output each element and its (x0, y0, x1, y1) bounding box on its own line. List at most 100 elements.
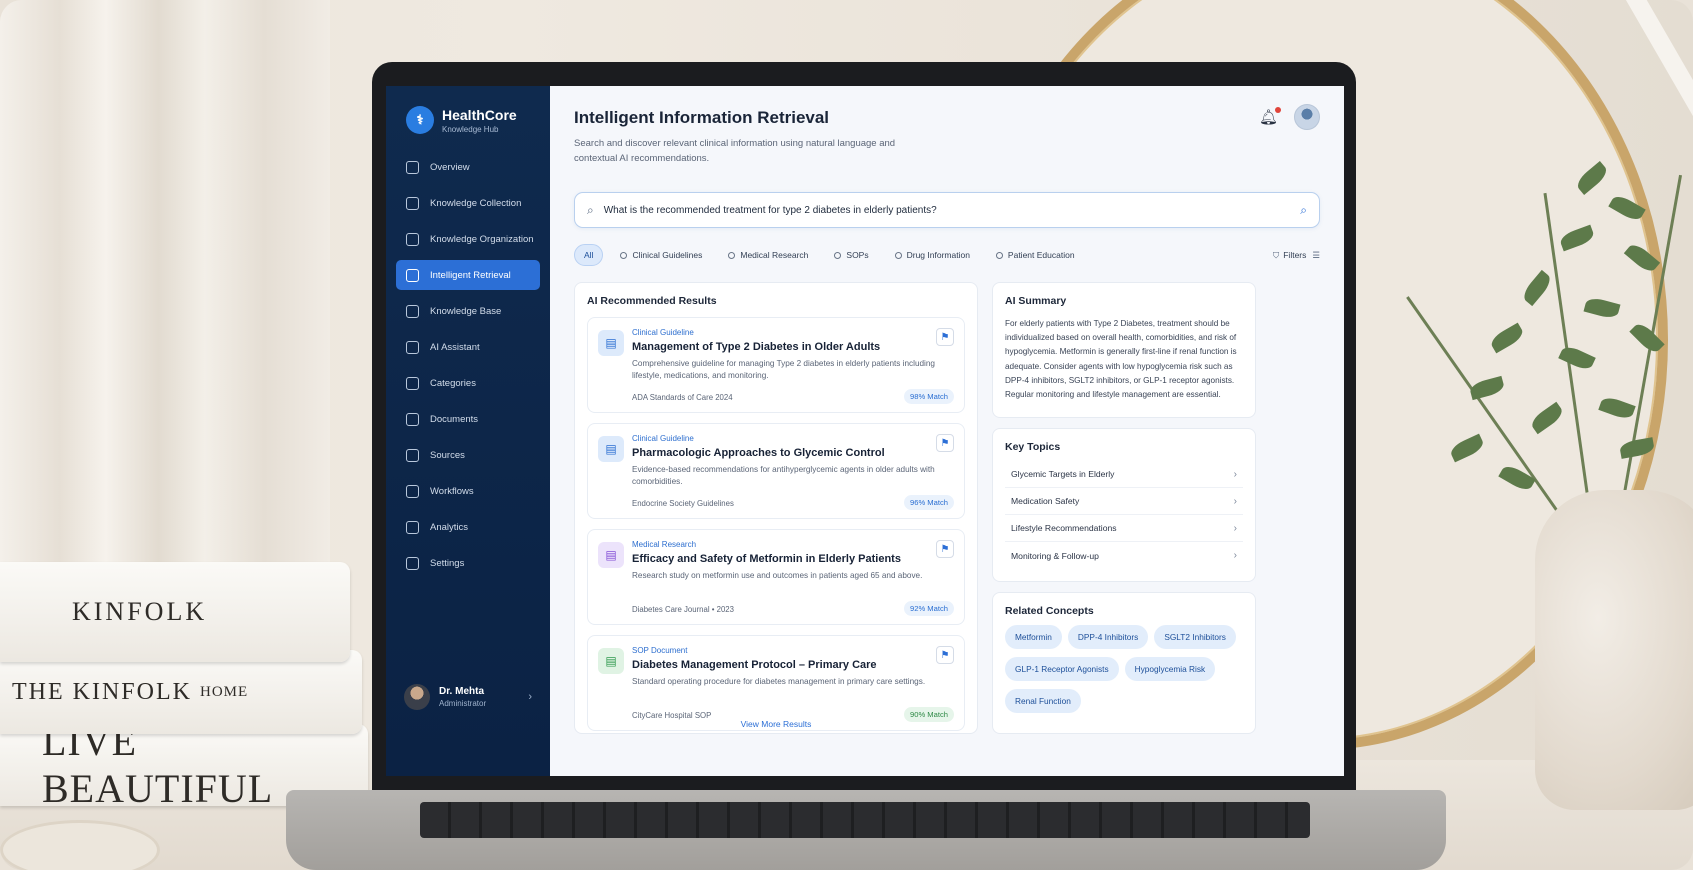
sidebar-item-intelligent-retrieval[interactable]: Intelligent Retrieval (396, 260, 540, 290)
topic-label: Medication Safety (1011, 496, 1080, 506)
document-icon: ▤ (598, 436, 624, 462)
sidebar-item-label: Overview (430, 161, 470, 173)
main-content: Intelligent Information Retrieval Search… (550, 86, 1344, 776)
sidebar: ⚕ HealthCore Knowledge Hub Overview Know… (386, 86, 550, 776)
sidebar-item-workflows[interactable]: Workflows (396, 476, 540, 506)
chip-icon (995, 251, 1003, 259)
result-card[interactable]: ▤ Medical Research Efficacy and Safety o… (587, 529, 965, 625)
search-submit-icon[interactable]: ⌕ (1300, 203, 1307, 218)
result-source: Diabetes Care Journal • 2023 (632, 605, 734, 614)
sidebar-item-knowledge-base[interactable]: Knowledge Base (396, 296, 540, 326)
bookmark-icon[interactable]: ⚑ (936, 540, 954, 558)
bookmark-icon[interactable]: ⚑ (936, 646, 954, 664)
chip-medical-research[interactable]: Medical Research (719, 244, 817, 266)
chip-clinical-guidelines[interactable]: Clinical Guidelines (611, 244, 711, 266)
concept-tag[interactable]: Hypoglycemia Risk (1124, 657, 1216, 681)
result-title[interactable]: Diabetes Management Protocol – Primary C… (632, 659, 954, 671)
sidebar-item-settings[interactable]: Settings (396, 548, 540, 578)
result-card[interactable]: ▤ SOP Document Diabetes Management Proto… (587, 635, 965, 731)
chip-drug-information[interactable]: Drug Information (886, 244, 979, 266)
chip-label: Patient Education (1007, 250, 1075, 260)
chip-label: Drug Information (906, 250, 970, 260)
filters-button[interactable]: ⛉ Filters ☰ (1273, 250, 1320, 261)
chevron-right-icon: › (528, 691, 532, 703)
concept-tag[interactable]: Renal Function (1005, 689, 1081, 713)
topic-item[interactable]: Lifestyle Recommendations › (1005, 515, 1243, 542)
bell-icon[interactable]: 🔔︎ (1259, 107, 1281, 126)
bookmark-icon[interactable]: ⚑ (936, 434, 954, 452)
result-card[interactable]: ▤ Clinical Guideline Pharmacologic Appro… (587, 423, 965, 519)
result-title[interactable]: Efficacy and Safety of Metformin in Elde… (632, 553, 954, 565)
workflow-icon (406, 484, 419, 498)
book-kinfolk-home: THE KINFOLK HOME (0, 650, 362, 734)
database-icon (406, 304, 419, 318)
topic-item[interactable]: Glycemic Targets in Elderly › (1005, 461, 1243, 488)
ai-icon (406, 340, 419, 354)
topic-item[interactable]: Monitoring & Follow-up › (1005, 542, 1243, 569)
brand-subtitle: Knowledge Hub (442, 124, 499, 134)
book-title: KINFOLK (72, 597, 208, 626)
sidebar-item-label: Categories (430, 377, 476, 389)
user-role: Administrator (439, 699, 487, 708)
chevron-right-icon: › (1233, 522, 1237, 534)
chip-sops[interactable]: SOPs (825, 244, 877, 266)
concept-tag[interactable]: DPP-4 Inhibitors (1067, 625, 1149, 649)
organization-icon (406, 232, 419, 246)
chip-patient-education[interactable]: Patient Education (987, 244, 1084, 266)
concept-tag[interactable]: SGLT2 Inhibitors (1154, 625, 1236, 649)
concept-tag[interactable]: Metformin (1005, 625, 1062, 649)
document-icon (406, 412, 419, 426)
result-description: Research study on metformin use and outc… (632, 571, 923, 580)
sidebar-item-label: Documents (430, 413, 479, 425)
ai-summary-title: AI Summary (1005, 295, 1067, 307)
sidebar-item-knowledge-organization[interactable]: Knowledge Organization (396, 224, 540, 254)
topic-label: Glycemic Targets in Elderly (1011, 469, 1115, 479)
sop-document-icon: ▤ (598, 648, 624, 674)
result-title[interactable]: Pharmacologic Approaches to Glycemic Con… (632, 447, 954, 459)
filters-label: Filters (1283, 250, 1307, 260)
chip-label: Clinical Guidelines (632, 250, 703, 260)
sidebar-item-analytics[interactable]: Analytics (396, 512, 540, 542)
sidebar-item-label: Analytics (430, 521, 469, 533)
match-badge: 92% Match (904, 601, 954, 616)
topic-label: Lifestyle Recommendations (1011, 523, 1117, 533)
result-description: Comprehensive guideline for managing Typ… (632, 359, 935, 380)
concept-tags: Metformin DPP-4 Inhibitors SGLT2 Inhibit… (1005, 625, 1243, 721)
sliders-icon: ☰ (1312, 249, 1320, 260)
analytics-icon (406, 520, 419, 534)
result-description: Standard operating procedure for diabete… (632, 677, 926, 686)
result-source: ADA Standards of Care 2024 (632, 393, 733, 402)
sidebar-item-ai-assistant[interactable]: AI Assistant (396, 332, 540, 362)
related-concepts-card: Related Concepts Metformin DPP-4 Inhibit… (992, 592, 1256, 734)
avatar[interactable] (1294, 104, 1320, 130)
sidebar-item-knowledge-collection[interactable]: Knowledge Collection (396, 188, 540, 218)
photo-scene: LIVE BEAUTIFUL THE KINFOLK HOME KINFOLK … (0, 0, 1693, 870)
vase (1535, 490, 1693, 810)
key-topics-title: Key Topics (1005, 441, 1061, 453)
laptop-screen: ⚕ HealthCore Knowledge Hub Overview Know… (386, 86, 1344, 776)
sidebar-item-documents[interactable]: Documents (396, 404, 540, 434)
concept-tag[interactable]: GLP-1 Receptor Agonists (1005, 657, 1119, 681)
search-bar[interactable]: ⌕ What is the recommended treatment for … (574, 192, 1320, 228)
sidebar-item-label: Workflows (430, 485, 474, 497)
topic-item[interactable]: Medication Safety › (1005, 488, 1243, 515)
result-title[interactable]: Management of Type 2 Diabetes in Older A… (632, 341, 954, 353)
chip-icon (728, 251, 736, 259)
sidebar-item-overview[interactable]: Overview (396, 152, 540, 182)
match-badge: 98% Match (904, 389, 954, 404)
view-more-link[interactable]: View More Results (575, 719, 977, 729)
collection-icon (406, 196, 419, 210)
chip-all[interactable]: All (574, 244, 604, 266)
result-source: Endocrine Society Guidelines (632, 499, 734, 508)
sidebar-item-categories[interactable]: Categories (396, 368, 540, 398)
sidebar-item-sources[interactable]: Sources (396, 440, 540, 470)
document-icon: ▤ (598, 330, 624, 356)
search-input[interactable]: What is the recommended treatment for ty… (604, 205, 1301, 216)
user-profile[interactable]: Dr. Mehta Administrator › (386, 684, 550, 710)
result-card[interactable]: ▤ Clinical Guideline Management of Type … (587, 317, 965, 413)
related-concepts-title: Related Concepts (1005, 605, 1094, 617)
result-type: Clinical Guideline (632, 328, 694, 337)
bookmark-icon[interactable]: ⚑ (936, 328, 954, 346)
result-description: Evidence-based recommendations for antih… (632, 465, 935, 486)
sidebar-nav: Overview Knowledge Collection Knowledge … (386, 152, 550, 578)
